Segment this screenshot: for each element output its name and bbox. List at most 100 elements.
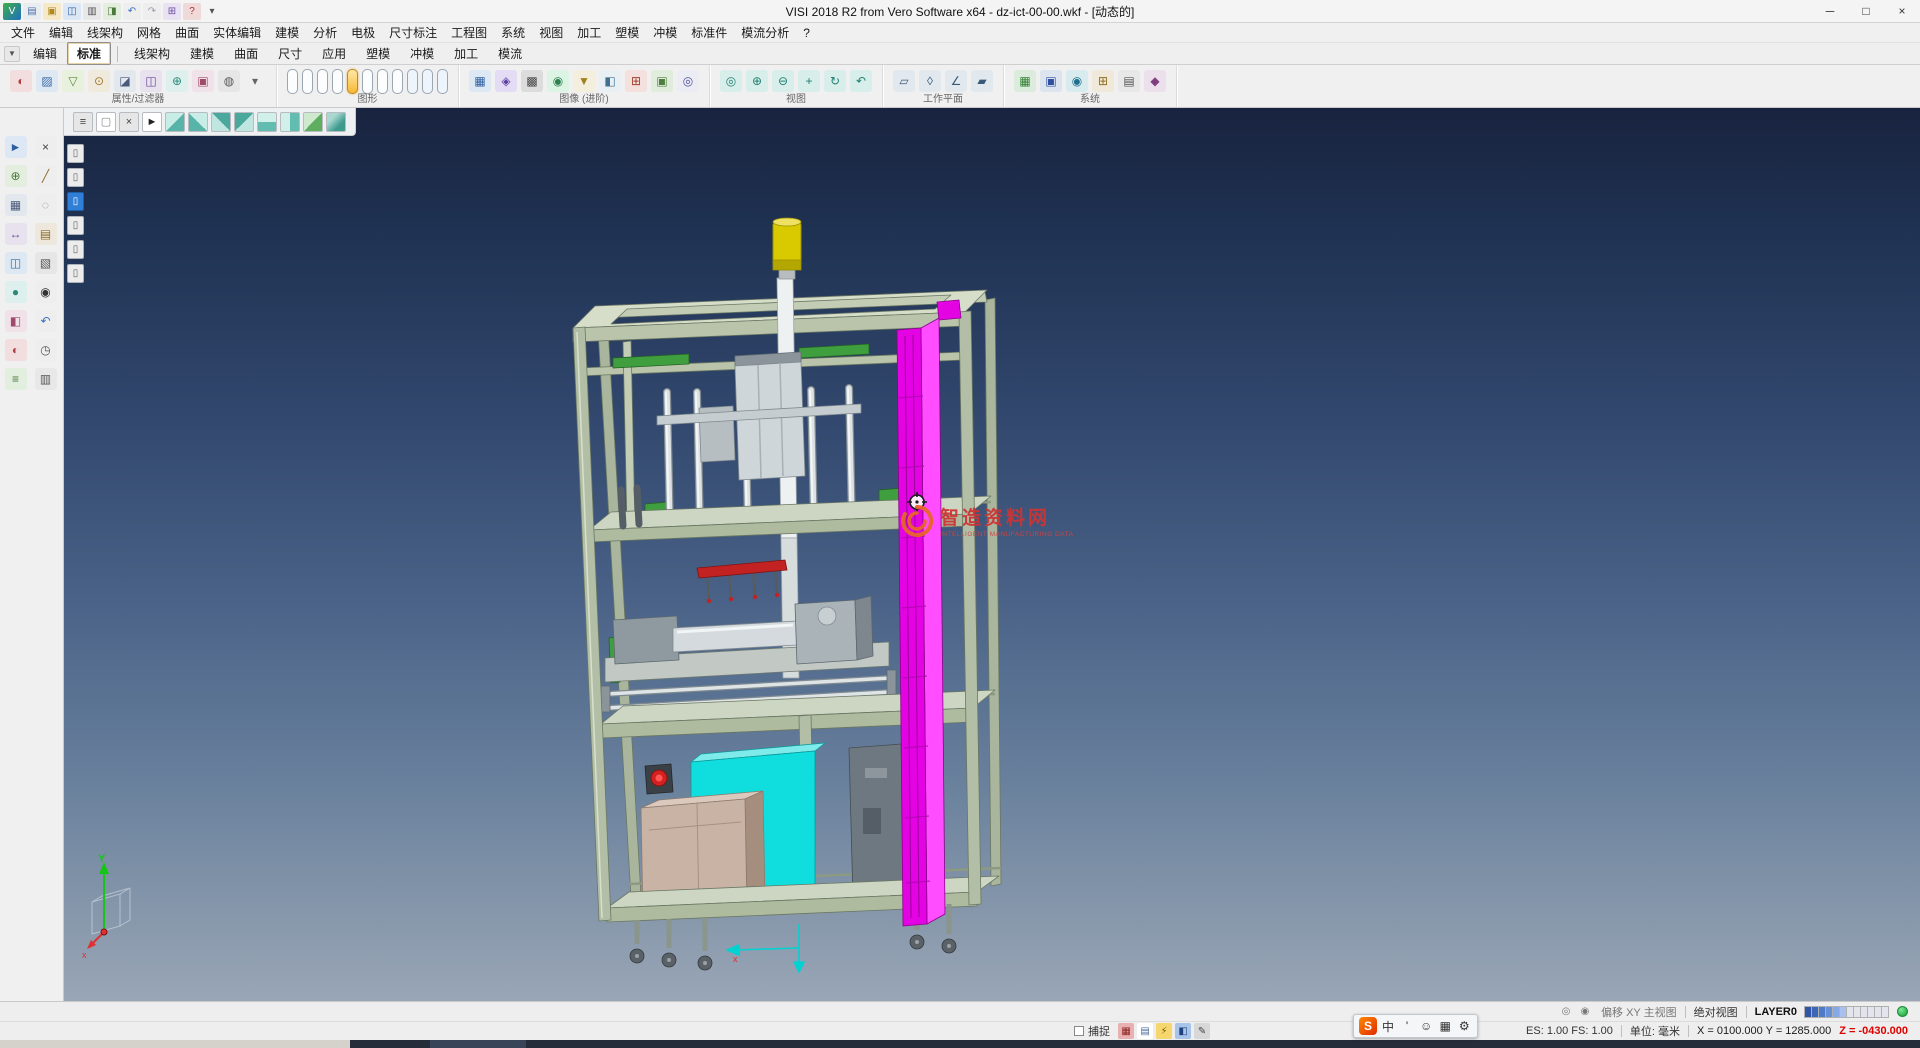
filter-group-icon[interactable]: ▣ bbox=[192, 70, 214, 92]
open-file-icon[interactable]: ▣ bbox=[43, 3, 61, 20]
help-icon[interactable]: ? bbox=[183, 3, 201, 20]
menu-item[interactable]: ? bbox=[796, 25, 817, 41]
tab-wireframe[interactable]: 线架构 bbox=[124, 42, 180, 65]
render-mode-icon[interactable]: ▦ bbox=[469, 70, 491, 92]
filter-point-icon[interactable]: ⊙ bbox=[88, 70, 110, 92]
iso-view-icon-1[interactable] bbox=[165, 112, 185, 132]
status-pen-icon[interactable]: ✎ bbox=[1194, 1023, 1210, 1039]
snap-checkbox-icon[interactable] bbox=[1074, 1026, 1084, 1036]
menu-item[interactable]: 视图 bbox=[532, 23, 570, 42]
wire-view-icon[interactable] bbox=[287, 69, 298, 94]
panel-toggle-icon-4[interactable]: ▯ bbox=[67, 216, 84, 235]
erase-icon[interactable]: ◌ bbox=[35, 194, 57, 216]
texture-icon[interactable]: ◈ bbox=[495, 70, 517, 92]
background-icon[interactable] bbox=[437, 69, 448, 94]
clock-icon[interactable]: ◷ bbox=[35, 339, 57, 361]
attr-copy-icon[interactable]: ▨ bbox=[36, 70, 58, 92]
sys-grid-icon[interactable]: ▦ bbox=[1014, 70, 1036, 92]
animate-icon[interactable]: ▣ bbox=[651, 70, 673, 92]
panel-toggle-icon-6[interactable]: ▯ bbox=[67, 264, 84, 283]
snapshot-icon[interactable]: ⊞ bbox=[625, 70, 647, 92]
workplane-set-icon[interactable]: ◊ bbox=[919, 70, 941, 92]
zoom-all-icon[interactable]: ◎ bbox=[720, 70, 742, 92]
reflection-icon[interactable]: ◉ bbox=[547, 70, 569, 92]
panel-toggle-icon-5[interactable]: ▯ bbox=[67, 240, 84, 259]
ghost-view-icon[interactable] bbox=[362, 69, 373, 94]
tab-application[interactable]: 应用 bbox=[312, 42, 356, 65]
iso-view-icon-6[interactable] bbox=[280, 112, 300, 132]
shaded-edge-icon[interactable] bbox=[332, 69, 343, 94]
workplane-align-icon[interactable]: ∠ bbox=[945, 70, 967, 92]
status-target-icon[interactable]: ◎ bbox=[1558, 1004, 1574, 1020]
light-icon[interactable]: ▼ bbox=[573, 70, 595, 92]
attr-brush-icon[interactable]: ◐ bbox=[10, 70, 32, 92]
tab-surface[interactable]: 曲面 bbox=[224, 42, 268, 65]
iso-view-icon-5[interactable] bbox=[257, 112, 277, 132]
tab-edit[interactable]: 编辑 bbox=[23, 42, 67, 65]
undo-history-icon[interactable]: ↶ bbox=[35, 310, 57, 332]
sys-ruler-icon[interactable]: ◆ bbox=[1144, 70, 1166, 92]
section-view-icon[interactable] bbox=[377, 69, 388, 94]
rotate-view-icon[interactable]: ↻ bbox=[824, 70, 846, 92]
ime-lang-icon[interactable]: 中 bbox=[1380, 1017, 1396, 1035]
layer-color-segment[interactable] bbox=[1881, 1006, 1889, 1018]
menu-item[interactable]: 尺寸标注 bbox=[382, 23, 444, 42]
ime-settings-icon[interactable]: ⚙ bbox=[1456, 1017, 1472, 1035]
tab-mould[interactable]: 塑模 bbox=[356, 42, 400, 65]
select-arrow-icon[interactable]: ► bbox=[5, 136, 27, 158]
layer-label[interactable]: LAYER0 bbox=[1755, 1006, 1797, 1018]
sys-monitor-icon[interactable]: ▣ bbox=[1040, 70, 1062, 92]
material-view-icon[interactable] bbox=[422, 69, 433, 94]
sketch-icon[interactable]: ╱ bbox=[35, 165, 57, 187]
iso-view-icon-2[interactable] bbox=[188, 112, 208, 132]
tab-dimension[interactable]: 尺寸 bbox=[268, 42, 312, 65]
panel-toggle-icon-2[interactable]: ▯ bbox=[67, 168, 84, 187]
redo-icon[interactable]: ↷ bbox=[143, 3, 161, 20]
plot-icon[interactable]: ◨ bbox=[103, 3, 121, 20]
layers-icon[interactable]: ≡ bbox=[5, 368, 27, 390]
viewport-3d[interactable]: ≡▢×► ▯▯▯▯▯▯ bbox=[64, 108, 1920, 1001]
iso-view-icon-7[interactable] bbox=[303, 112, 323, 132]
qat-dropdown-icon[interactable]: ▾ bbox=[203, 3, 221, 20]
status-cube-icon[interactable]: ◧ bbox=[1175, 1023, 1191, 1039]
menu-item[interactable]: 编辑 bbox=[42, 23, 80, 42]
viewbar-close-icon[interactable]: × bbox=[119, 112, 139, 132]
tab-standard[interactable]: 标准 bbox=[67, 42, 111, 65]
zoom-out-icon[interactable]: ⊖ bbox=[772, 70, 794, 92]
snap-point-icon[interactable]: ⊕ bbox=[5, 165, 27, 187]
view-mode-label[interactable]: 绝对视图 bbox=[1694, 1004, 1738, 1020]
viewbar-blank-icon[interactable]: ▢ bbox=[96, 112, 116, 132]
minimize-button[interactable]: ─ bbox=[1812, 0, 1848, 22]
viewbar-list-icon[interactable]: ≡ bbox=[73, 112, 93, 132]
panel-toggle-icon-3[interactable]: ▯ bbox=[67, 192, 84, 211]
status-grid-icon[interactable]: ▦ bbox=[1118, 1023, 1134, 1039]
status-doc-icon[interactable]: ▤ bbox=[1137, 1023, 1153, 1039]
ime-emoji-icon[interactable]: ☺ bbox=[1418, 1017, 1434, 1035]
prev-view-icon[interactable]: ↶ bbox=[850, 70, 872, 92]
filter-line-icon[interactable]: ◪ bbox=[114, 70, 136, 92]
menu-item[interactable]: 模流分析 bbox=[734, 23, 796, 42]
menu-item[interactable]: 冲模 bbox=[646, 23, 684, 42]
notebook-icon[interactable]: ▤ bbox=[35, 223, 57, 245]
shaded-view-icon[interactable] bbox=[317, 69, 328, 94]
taskbar-app-segment[interactable] bbox=[430, 1040, 526, 1048]
attr-dropdown-icon[interactable]: ▾ bbox=[244, 70, 266, 92]
status-dot-icon[interactable]: ◉ bbox=[1577, 1004, 1593, 1020]
menu-item[interactable]: 实体编辑 bbox=[206, 23, 268, 42]
clip-plane-icon[interactable]: ◧ bbox=[599, 70, 621, 92]
ime-punct-icon[interactable]: ' bbox=[1399, 1017, 1415, 1035]
active-style-icon[interactable] bbox=[347, 69, 358, 94]
filter-layer-icon[interactable]: ◍ bbox=[218, 70, 240, 92]
grid-icon[interactable]: ▦ bbox=[5, 194, 27, 216]
undo-icon[interactable]: ↶ bbox=[123, 3, 141, 20]
sys-globe-icon[interactable]: ◉ bbox=[1066, 70, 1088, 92]
new-file-icon[interactable]: ▤ bbox=[23, 3, 41, 20]
tab-dropdown-icon[interactable]: ▼ bbox=[4, 46, 20, 62]
attr-filter-icon[interactable]: ▽ bbox=[62, 70, 84, 92]
trim-icon[interactable]: × bbox=[35, 136, 57, 158]
print-icon[interactable]: ▥ bbox=[83, 3, 101, 20]
printer-icon[interactable]: ▥ bbox=[35, 368, 57, 390]
tab-modeling[interactable]: 建模 bbox=[180, 42, 224, 65]
point-icon[interactable]: ◉ bbox=[35, 281, 57, 303]
pan-view-icon[interactable]: + bbox=[798, 70, 820, 92]
